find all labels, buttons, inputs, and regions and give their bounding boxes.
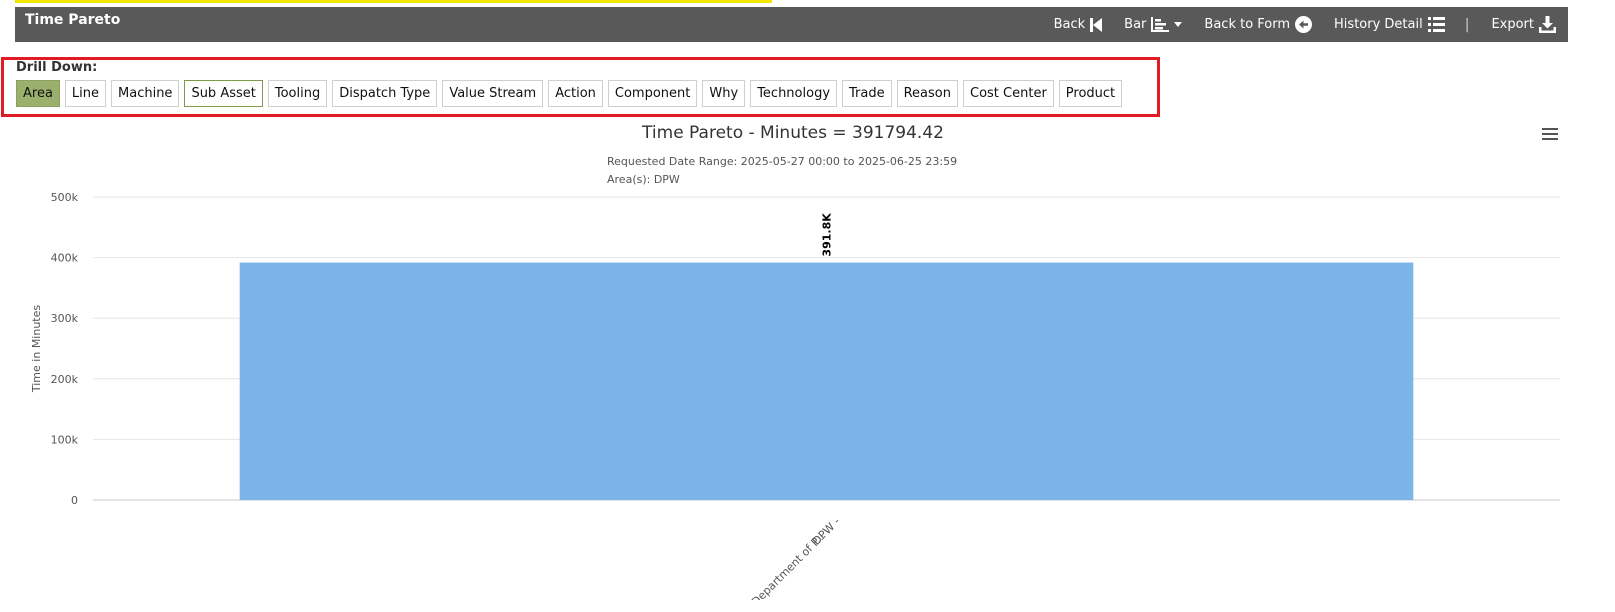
top-accent-strip bbox=[15, 0, 772, 3]
caret-down-icon bbox=[1174, 22, 1183, 27]
y-tick-label: 100k bbox=[51, 433, 79, 446]
bar bbox=[239, 262, 1414, 500]
y-tick-label: 500k bbox=[51, 191, 79, 204]
page-title: Time Pareto bbox=[25, 12, 121, 28]
drill-dispatch-type-button[interactable]: Dispatch Type bbox=[332, 80, 438, 107]
back-button[interactable]: Back bbox=[1054, 17, 1103, 32]
drill-sub-asset-button[interactable]: Sub Asset bbox=[184, 80, 263, 107]
arrow-left-circle-icon bbox=[1295, 16, 1313, 33]
y-tick-label: 300k bbox=[51, 312, 79, 325]
drill-action-button[interactable]: Action bbox=[548, 80, 603, 107]
drill-down-label: Drill Down: bbox=[16, 60, 98, 75]
history-detail-label: History Detail bbox=[1334, 17, 1423, 32]
back-to-form-label: Back to Form bbox=[1204, 17, 1291, 32]
drill-component-button[interactable]: Component bbox=[607, 80, 698, 107]
download-icon bbox=[1539, 16, 1556, 33]
bar-data-label: 391.8K bbox=[821, 213, 834, 257]
skip-back-icon bbox=[1090, 17, 1103, 32]
history-detail-button[interactable]: History Detail bbox=[1334, 17, 1445, 32]
y-tick-label: 0 bbox=[71, 494, 78, 507]
list-icon bbox=[1427, 17, 1445, 32]
drill-tooling-button[interactable]: Tooling bbox=[267, 80, 328, 107]
page-header: Time Pareto Back Bar Back to Form Histor… bbox=[15, 7, 1568, 42]
back-to-form-button[interactable]: Back to Form bbox=[1204, 16, 1313, 33]
drill-reason-button[interactable]: Reason bbox=[896, 80, 958, 107]
chart-subtitle-line: Requested Date Range: 2025-05-27 00:00 t… bbox=[607, 155, 957, 168]
y-axis-label: Time in Minutes bbox=[30, 305, 43, 394]
drill-area-button[interactable]: Area bbox=[16, 80, 60, 107]
drill-cost-center-button[interactable]: Cost Center bbox=[963, 80, 1054, 107]
header-separator: | bbox=[1464, 16, 1470, 33]
drill-line-button[interactable]: Line bbox=[64, 80, 107, 107]
back-label: Back bbox=[1053, 17, 1086, 32]
header-actions: Back Bar Back to Form History Detail | E… bbox=[1032, 7, 1556, 42]
y-tick-label: 400k bbox=[51, 252, 79, 265]
drill-technology-button[interactable]: Technology bbox=[750, 80, 838, 107]
drill-down-buttons: Area Line Machine Sub Asset Tooling Dispatch … bbox=[16, 80, 1123, 107]
bar-chart-type-dropdown[interactable]: Bar bbox=[1124, 17, 1183, 32]
drill-down-panel: Drill Down: Area Line Machine Sub Asset Tool… bbox=[1, 57, 1160, 117]
drill-value-stream-button[interactable]: Value Stream bbox=[442, 80, 544, 107]
drill-trade-button[interactable]: Trade bbox=[842, 80, 892, 107]
chart-title: Time Pareto - Minutes = 391794.42 bbox=[641, 123, 944, 143]
bar-label: Bar bbox=[1124, 17, 1147, 32]
drill-why-button[interactable]: Why bbox=[702, 80, 746, 107]
y-tick-label: 200k bbox=[51, 373, 79, 386]
export-button[interactable]: Export bbox=[1491, 16, 1556, 33]
bar-chart-icon bbox=[1151, 17, 1170, 32]
drill-product-button[interactable]: Product bbox=[1058, 80, 1123, 107]
x-tick-label: Department of P... bbox=[749, 529, 829, 600]
chart-subtitle-line: Area(s): DPW bbox=[607, 173, 680, 186]
drill-machine-button[interactable]: Machine bbox=[111, 80, 180, 107]
pareto-bar-chart: Time Pareto - Minutes = 391794.42 Request… bbox=[30, 123, 1560, 600]
export-label: Export bbox=[1491, 17, 1534, 32]
